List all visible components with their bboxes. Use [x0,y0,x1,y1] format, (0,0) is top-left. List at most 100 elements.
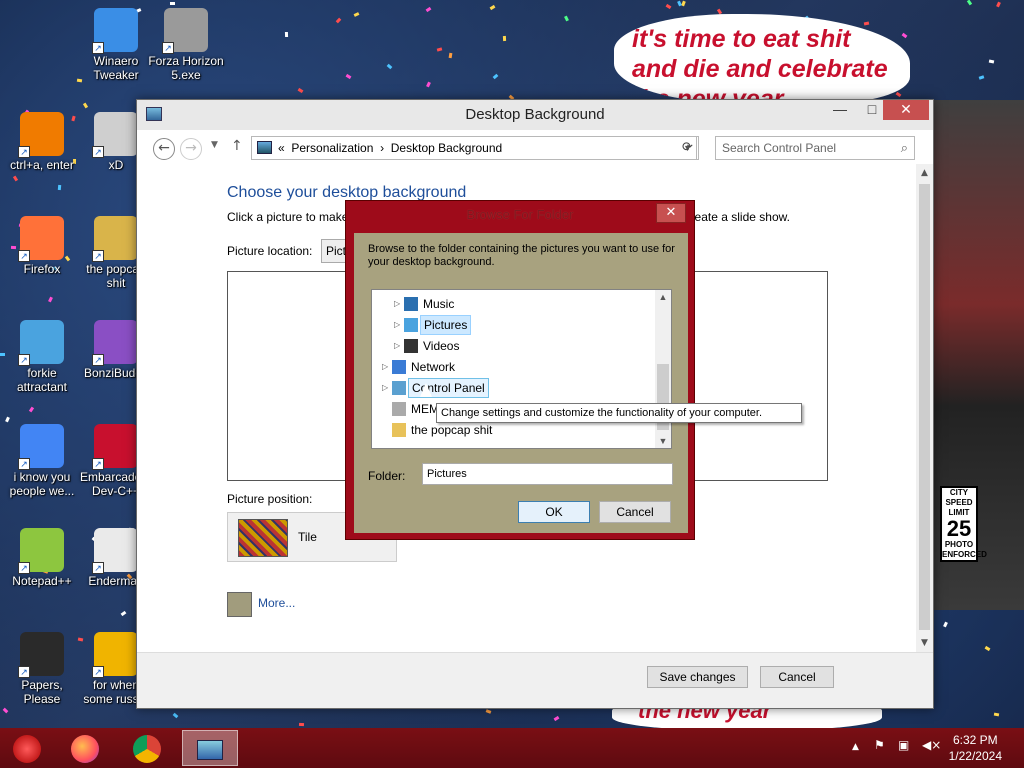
confetti-piece [966,0,973,6]
search-input[interactable]: Search Control Panel ⌕ [715,136,915,160]
volume-muted-icon[interactable]: ◀× [922,738,941,752]
dialog-title[interactable]: Browse For Folder [346,201,694,231]
picture-location-label: Picture location: [227,244,313,258]
desktop-icon[interactable]: ↗ Forza Horizon 5.exe [148,8,224,82]
scroll-up-arrow[interactable]: ▲ [916,168,933,178]
papers-icon: ↗ [18,632,64,678]
tree-scrollbar[interactable]: ▲ ▼ [655,290,671,448]
shortcut-arrow-icon: ↗ [162,42,174,54]
forward-button[interactable]: → [180,138,202,160]
footer-bar: Save changes Cancel [137,652,933,708]
expand-arrow-icon[interactable]: ▷ [382,357,388,377]
confetti-piece [335,17,342,24]
tooltip: Change settings and customize the functi… [436,403,802,423]
shortcut-arrow-icon: ↗ [92,562,104,574]
show-hidden-icons-button[interactable]: ▲ [852,742,859,752]
folder-tree[interactable]: the popcap shitMEMZ Protection▷Control P… [371,289,672,449]
recent-locations-button[interactable]: ▼ [211,140,218,150]
confetti-piece [863,21,870,26]
tree-scroll-up-arrow[interactable]: ▲ [655,292,671,302]
confetti-piece [485,709,492,714]
desktop-icon[interactable]: ↗ Firefox [4,216,80,276]
confetti-piece [489,4,496,11]
shortcut-icon [392,402,406,416]
clock[interactable]: 6:32 PM 1/22/2024 [949,732,1002,764]
confetti-piece [386,63,393,70]
taskbar-chrome[interactable] [122,730,172,766]
tree-item[interactable]: ▷ Videos [372,336,656,356]
gear-monitor-icon: ↗ [18,320,64,366]
taskbar-control-panel[interactable] [182,730,238,766]
expand-arrow-icon[interactable]: ▷ [382,378,388,398]
dialog-close-button[interactable]: ✕ [656,203,686,223]
devcpp-icon: ↗ [92,424,138,470]
title-bar[interactable]: Desktop Background — □ ✕ [137,100,933,130]
breadcrumb[interactable]: « Personalization › Desktop Background ▼ [251,136,697,160]
confetti-piece [665,3,672,10]
confetti-piece [345,73,352,80]
expand-arrow-icon[interactable]: ▷ [394,315,400,335]
more-colors-link[interactable]: More... [258,596,295,610]
control-panel-icon [257,141,272,154]
folder-field[interactable]: Pictures [422,463,673,485]
shortcut-arrow-icon: ↗ [18,458,30,470]
desktop-icon[interactable]: ↗ ctrl+a, enter [4,112,80,172]
window-icon: ↗ [92,528,138,574]
desktop-icon[interactable]: ↗ Notepad++ [4,528,80,588]
desktop-icon-label: Papers, Please [21,678,63,706]
confetti-piece [425,6,432,13]
shortcut-arrow-icon: ↗ [92,146,104,158]
desktop-icon-label: Winaero Tweaker [93,54,139,82]
browse-for-folder-dialog: Browse For Folder ✕ Browse to the folder… [345,200,695,540]
shortcut-arrow-icon: ↗ [92,42,104,54]
window-title: Desktop Background [465,106,605,123]
confetti-piece [426,81,431,88]
back-button[interactable]: ← [153,138,175,160]
taskbar-firefox[interactable] [60,730,110,766]
action-center-flag-icon[interactable]: ⚑ [874,738,885,752]
confetti-piece [988,59,995,64]
expand-arrow-icon[interactable]: ▷ [394,336,400,356]
tree-item[interactable]: ▷ Network [372,357,656,377]
breadcrumb-personalization[interactable]: Personalization [291,141,373,155]
tree-item-label: Pictures [420,315,472,335]
tree-item[interactable]: ▷ Music [372,294,656,314]
ok-button[interactable]: OK [518,501,590,523]
background-color-swatch[interactable] [227,592,252,617]
shortcut-arrow-icon: ↗ [92,250,104,262]
scroll-thumb[interactable] [919,184,930,630]
desktop-icon[interactable]: ↗ Winaero Tweaker [78,8,154,82]
xd-icon: ↗ [92,112,138,158]
tree-item[interactable]: ▷ Pictures [372,315,656,335]
scroll-down-arrow[interactable]: ▼ [916,638,933,648]
save-changes-button[interactable]: Save changes [647,666,748,688]
picture-position-label: Picture position: [227,492,313,506]
confetti-piece [2,707,9,714]
start-orb-icon [13,734,41,763]
dialog-cancel-button[interactable]: Cancel [599,501,671,523]
confetti-piece [502,35,507,42]
shortcut-arrow-icon: ↗ [92,458,104,470]
shortcut-arrow-icon: ↗ [18,250,30,262]
close-button[interactable]: ✕ [883,100,929,120]
cancel-button[interactable]: Cancel [760,666,834,688]
tree-item[interactable]: the popcap shit [372,420,656,440]
tree-scroll-down-arrow[interactable]: ▼ [655,436,671,446]
confetti-piece [436,47,443,52]
refresh-button[interactable]: ⟳ [677,136,699,160]
desktop-icon[interactable]: ↗ Papers, Please [4,632,80,706]
desktop-icon[interactable]: ↗ i know you people we... [4,424,80,498]
minimize-button[interactable]: — [823,100,857,120]
start-button[interactable] [2,730,52,766]
network-icon[interactable]: ▣ [898,738,909,752]
vertical-scrollbar[interactable]: ▲ ▼ [916,164,933,652]
de-icon: ↗ [92,632,138,678]
expand-arrow-icon[interactable]: ▷ [394,294,400,314]
confetti-piece [172,712,179,719]
breadcrumb-desktop-background[interactable]: Desktop Background [391,141,502,155]
tree-item[interactable]: ▷ Control Panel [372,378,656,398]
speed-limit-sign: CITY SPEED LIMIT 25 PHOTO ENFORCED [940,486,987,562]
control-panel-icon [392,381,406,395]
up-button[interactable]: ↑ [231,138,243,154]
desktop-icon[interactable]: ↗ forkie attractant [4,320,80,394]
